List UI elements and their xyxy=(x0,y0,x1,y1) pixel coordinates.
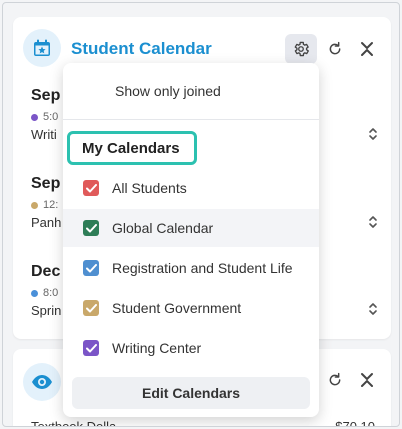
collapse-button[interactable] xyxy=(351,365,383,395)
event-name: Panh xyxy=(31,215,62,230)
expand-icon xyxy=(369,216,377,228)
checkbox-checked-icon[interactable] xyxy=(83,220,99,236)
row-amount: $70.10 xyxy=(335,419,375,427)
edit-calendars-button[interactable]: Edit Calendars xyxy=(72,377,310,409)
event-name: Sprin xyxy=(31,303,62,318)
checkbox-checked-icon[interactable] xyxy=(83,180,99,196)
expand-button[interactable] xyxy=(365,212,381,232)
event-item[interactable]: Dec 8:0 Sprin xyxy=(31,263,61,318)
event-color-dot xyxy=(31,113,38,121)
settings-button[interactable] xyxy=(285,34,317,64)
refresh-icon xyxy=(329,372,341,386)
calendar-option-global-calendar[interactable]: Global Calendar xyxy=(63,209,319,247)
calendar-star-icon xyxy=(23,29,61,67)
collapse-icon xyxy=(361,373,373,387)
row-label: Textbook Dolla xyxy=(31,419,117,427)
card-title: Student Calendar xyxy=(71,39,212,58)
collapse-icon xyxy=(361,42,373,56)
refresh-icon xyxy=(329,41,341,55)
widget-frame: Student Calendar Sep 5:0 Writi Sep 12: P… xyxy=(2,2,400,427)
refresh-button[interactable] xyxy=(319,34,351,64)
event-item[interactable]: Sep 12: Panh xyxy=(31,175,61,230)
checkbox-checked-icon[interactable] xyxy=(83,260,99,276)
calendar-option-label: Registration and Student Life xyxy=(112,260,293,276)
event-name: Writi xyxy=(31,127,57,142)
expand-icon xyxy=(369,303,377,315)
collapse-button[interactable] xyxy=(351,34,383,64)
calendar-option-student-government[interactable]: Student Government xyxy=(63,289,319,327)
eye-icon xyxy=(23,363,61,401)
calendar-option-label: Global Calendar xyxy=(112,220,214,236)
calendar-option-writing-center[interactable]: Writing Center xyxy=(63,329,319,367)
event-date: Dec xyxy=(31,263,61,280)
expand-icon xyxy=(369,128,377,140)
checkbox-checked-icon[interactable] xyxy=(83,300,99,316)
calendar-option-label: Student Government xyxy=(112,300,242,316)
event-color-dot xyxy=(31,201,38,209)
my-calendars-heading: My Calendars xyxy=(67,131,197,165)
gear-icon xyxy=(294,41,309,57)
event-time: 8:0 xyxy=(43,287,59,299)
event-date: Sep xyxy=(31,175,61,192)
refresh-button[interactable] xyxy=(319,365,351,395)
calendar-option-label: All Students xyxy=(112,180,187,196)
calendar-settings-dropdown: Show only joined My Calendars All Studen… xyxy=(63,63,319,417)
event-item[interactable]: Sep 5:0 Writi xyxy=(31,87,61,142)
calendar-option-label: Writing Center xyxy=(112,340,202,356)
event-color-dot xyxy=(31,289,38,297)
show-only-joined-option[interactable]: Show only joined xyxy=(115,83,221,99)
event-time: 12: xyxy=(43,199,59,211)
event-time: 5:0 xyxy=(43,111,59,123)
checkbox-checked-icon[interactable] xyxy=(83,340,99,356)
calendar-option-registration[interactable]: Registration and Student Life xyxy=(63,249,319,287)
calendar-option-all-students[interactable]: All Students xyxy=(63,169,319,207)
expand-button[interactable] xyxy=(365,299,381,319)
expand-button[interactable] xyxy=(365,124,381,144)
divider xyxy=(63,119,319,120)
event-date: Sep xyxy=(31,87,61,104)
